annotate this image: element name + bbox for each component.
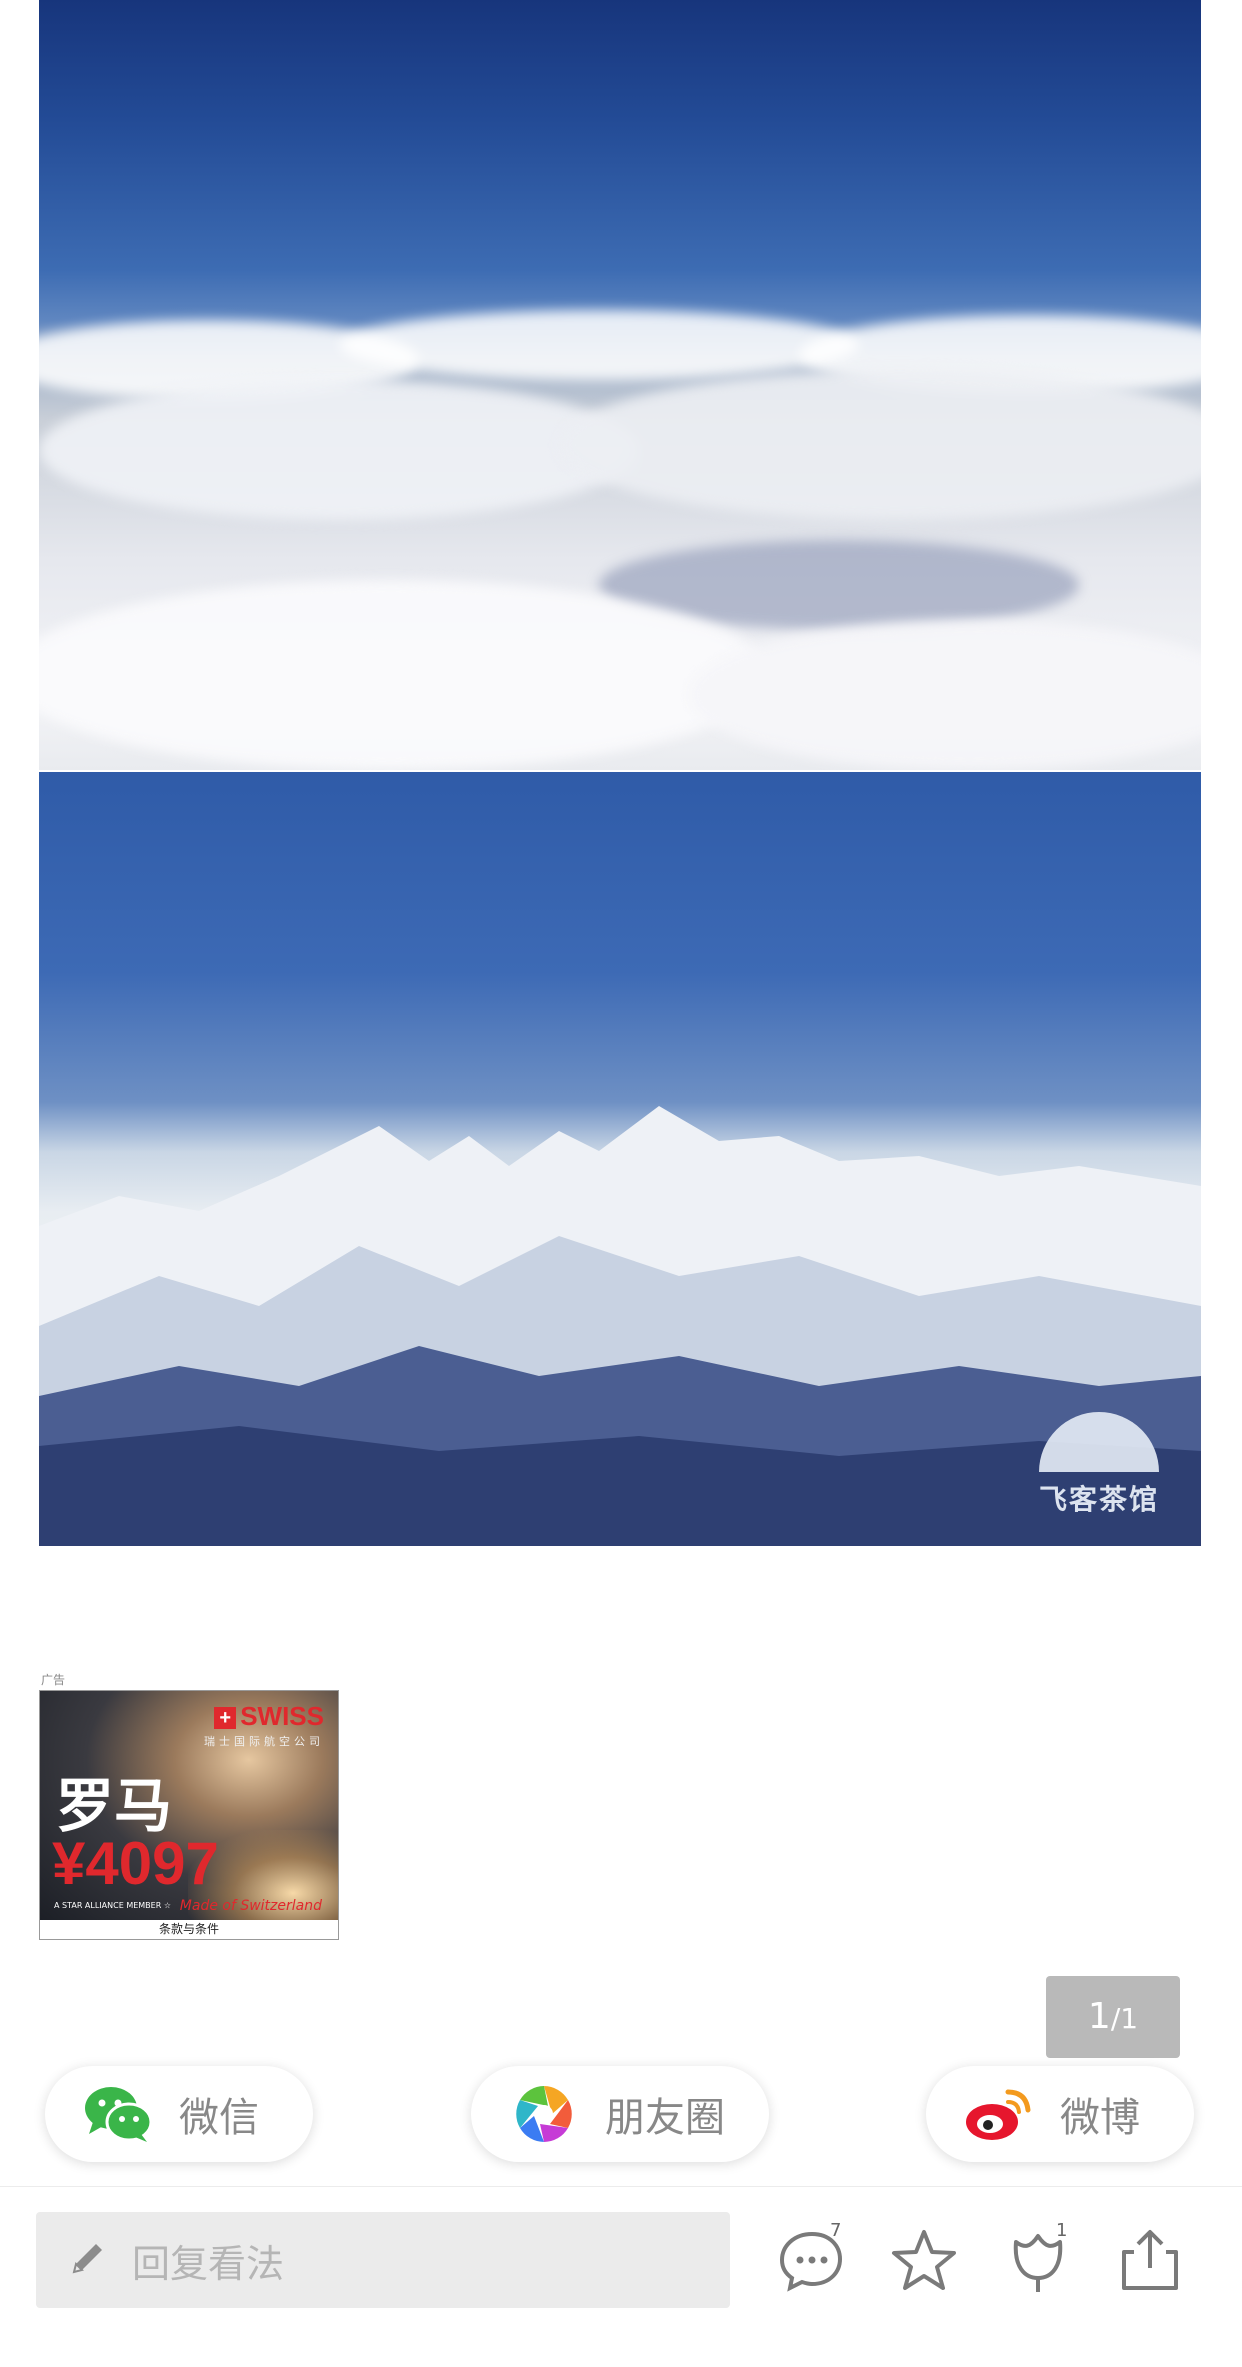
ad-banner[interactable]: + SWISS 瑞士国际航空公司 罗马 ¥4097 A STAR ALLIANCE… (39, 1690, 339, 1940)
ad-terms-link[interactable]: 条款与条件 (40, 1920, 338, 1939)
share-upload-icon (1122, 2230, 1178, 2290)
photo-mountains[interactable]: 飞客茶馆 (39, 772, 1201, 1546)
ad-brand: + SWISS (214, 1701, 324, 1732)
divider (0, 2186, 1242, 2187)
share-weibo-label: 微博 (1060, 2095, 1140, 2141)
share-moments-button[interactable]: 朋友圈 (471, 2066, 769, 2162)
mountain-range (39, 1106, 1201, 1546)
reply-placeholder: 回复看法 (132, 2241, 285, 2286)
page-separator: / (1110, 2002, 1121, 2035)
page-current: 1 (1087, 1996, 1111, 2037)
share-wechat-label: 微信 (179, 2095, 259, 2141)
ad-tagline: Made of Switzerland (179, 1898, 322, 1914)
share-moments-label: 朋友圈 (605, 2095, 725, 2141)
photo-clouds[interactable] (39, 0, 1201, 770)
like-count: 1 (1056, 2220, 1068, 2241)
share-weibo-button[interactable]: 微博 (926, 2066, 1194, 2162)
watermark-text: 飞客茶馆 (1038, 1483, 1159, 1516)
wechat-icon (83, 2084, 153, 2144)
share-wechat-button[interactable]: 微信 (45, 2066, 313, 2162)
image-page-counter: 1/1 (1046, 1976, 1180, 2058)
like-button[interactable]: 1 (1000, 2220, 1076, 2298)
star-icon (892, 2230, 956, 2290)
watermark-logo: 飞客茶馆 (1033, 1412, 1165, 1522)
ad-alliance-text: A STAR ALLIANCE MEMBER ☆ (54, 1901, 171, 1910)
ad-brand-subtitle: 瑞士国际航空公司 (204, 1735, 324, 1748)
plane-fan-icon (1039, 1412, 1159, 1472)
pencil-icon (68, 2238, 108, 2282)
page-total: 1 (1120, 2002, 1139, 2035)
moments-aperture-icon (509, 2084, 579, 2144)
favorite-button[interactable] (886, 2222, 962, 2298)
swiss-cross-icon: + (214, 1707, 237, 1730)
comment-count: 7 (830, 2220, 842, 2241)
ad-label: 广告 (41, 1673, 66, 1687)
ad-image[interactable]: + SWISS 瑞士国际航空公司 罗马 ¥4097 A STAR ALLIANCE… (40, 1691, 338, 1920)
comment-button[interactable]: 7 (774, 2220, 850, 2298)
reply-input[interactable]: 回复看法 (36, 2212, 730, 2308)
weibo-icon (964, 2084, 1034, 2144)
ad-price: ¥4097 (52, 1830, 219, 1897)
share-button[interactable] (1112, 2222, 1188, 2298)
